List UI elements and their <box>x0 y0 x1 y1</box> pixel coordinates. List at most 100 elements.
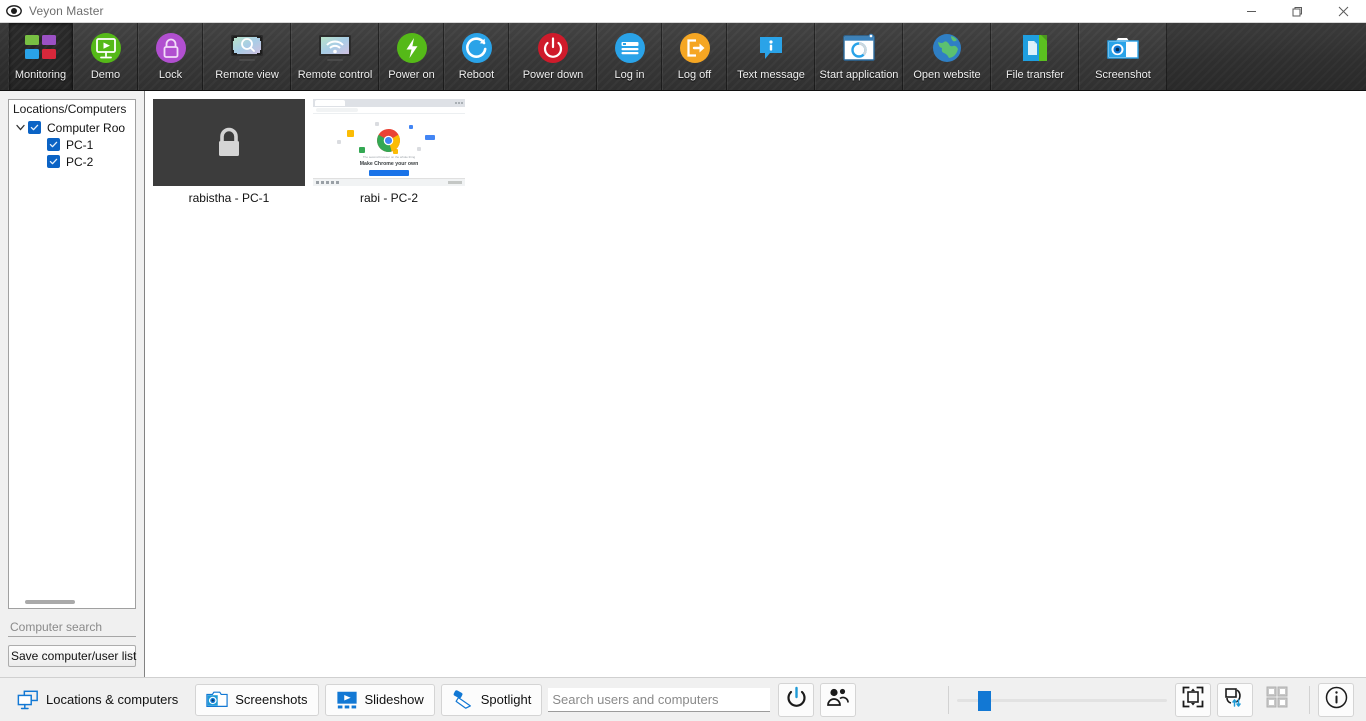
toolbar-label: Start application <box>819 69 899 81</box>
sidebar: Locations/Computers Computer Roo PC-1 PC… <box>0 91 145 677</box>
tree-item-pc-2[interactable]: PC-2 <box>9 153 135 170</box>
computer-thumbnail[interactable]: The second browser on the whole thing Ma… <box>313 99 465 186</box>
lock-icon <box>152 29 190 67</box>
camera-icon <box>206 689 228 711</box>
monitoring-icon <box>22 29 60 67</box>
chrome-subline: The second browser on the whole thing <box>362 155 416 159</box>
toolbar-button-log-in[interactable]: Log in <box>597 23 662 90</box>
tree-item-computer-room[interactable]: Computer Roo <box>9 119 135 136</box>
minimize-icon[interactable] <box>1228 0 1274 22</box>
status-button-label: Screenshots <box>235 692 308 707</box>
tree-checkbox[interactable] <box>47 155 60 168</box>
tree-checkbox[interactable] <box>28 121 41 134</box>
screenshots-button[interactable]: Screenshots <box>195 683 319 716</box>
status-button-label: Slideshow <box>364 692 424 707</box>
power-button[interactable] <box>778 682 815 717</box>
save-computer-user-list-button[interactable]: Save computer/user list <box>8 645 136 667</box>
info-icon <box>1325 686 1348 714</box>
toolbar-button-demo[interactable]: Demo <box>73 23 138 90</box>
computer-tile-pc-2[interactable]: The second browser on the whole thing Ma… <box>313 99 465 205</box>
toolbar-button-monitoring[interactable]: Monitoring <box>8 23 73 90</box>
address-field <box>316 108 358 112</box>
auto-fit-icon <box>1182 686 1204 713</box>
toolbar-label: Reboot <box>458 69 495 81</box>
toolbar-label: Power down <box>522 69 584 81</box>
taskbar <box>313 178 465 186</box>
main-toolbar: Monitoring Demo Lock Remote view Remote … <box>0 23 1366 91</box>
toolbar-button-text-message[interactable]: Text message <box>727 23 815 90</box>
veyon-master-window: Veyon Master Monitoring Demo Lock Remote… <box>0 0 1366 721</box>
main-body: Locations/Computers Computer Roo PC-1 PC… <box>0 91 1366 677</box>
monitors-icon <box>17 689 39 711</box>
toolbar-button-power-on[interactable]: Power on <box>379 23 444 90</box>
restore-icon[interactable] <box>1274 0 1320 22</box>
toolbar-button-start-application[interactable]: Start application <box>815 23 903 90</box>
browser-omnibox <box>313 107 465 114</box>
toolbar-button-screenshot[interactable]: Screenshot <box>1079 23 1167 90</box>
computer-monitor-grid: rabistha - PC-1 The second browser on th… <box>145 91 1366 677</box>
toolbar-button-reboot[interactable]: Reboot <box>444 23 509 90</box>
users-icon <box>826 686 850 714</box>
remote-view-icon <box>228 29 266 67</box>
toolbar-button-open-website[interactable]: Open website <box>903 23 991 90</box>
status-button-label: Spotlight <box>480 692 532 707</box>
text-message-icon <box>752 29 790 67</box>
scrollbar-thumb[interactable] <box>25 600 75 604</box>
thumbnail-size-slider[interactable] <box>957 686 1167 714</box>
power-down-icon <box>534 29 572 67</box>
toolbar-button-file-transfer[interactable]: File transfer <box>991 23 1079 90</box>
chrome-headline: Make Chrome your own <box>359 161 419 167</box>
slider-thumb[interactable] <box>978 690 992 711</box>
computer-search-input[interactable] <box>8 617 136 637</box>
toolbar-button-log-off[interactable]: Log off <box>662 23 727 90</box>
start-application-icon <box>840 29 878 67</box>
tree-item-label: PC-1 <box>66 137 94 152</box>
statusbar-separator-2 <box>1309 685 1310 714</box>
demo-icon <box>87 29 125 67</box>
computer-caption: rabi - PC-2 <box>359 191 418 205</box>
auto-adjust-button[interactable] <box>1217 682 1253 717</box>
toolbar-button-remote-control[interactable]: Remote control <box>291 23 379 90</box>
open-website-icon <box>928 29 966 67</box>
toolbar-label: Screenshot <box>1095 69 1151 81</box>
locations-computers-tree[interactable]: Locations/Computers Computer Roo PC-1 PC… <box>8 99 136 609</box>
browser-page: The second browser on the whole thing Ma… <box>313 114 465 178</box>
slideshow-button[interactable]: Slideshow <box>324 683 435 716</box>
computer-tile-pc-1[interactable]: rabistha - PC-1 <box>153 99 305 205</box>
tree-horizontal-scrollbar[interactable] <box>9 596 135 608</box>
toolbar-label: Monitoring <box>14 69 67 81</box>
chevron-down-icon[interactable] <box>12 123 28 132</box>
tree-checkbox[interactable] <box>47 138 60 151</box>
locations-computers-button[interactable]: Locations & computers <box>6 684 189 716</box>
toolbar-filler <box>1167 23 1366 90</box>
browser-tabstrip <box>313 99 465 107</box>
grid-view-icon <box>1266 686 1288 713</box>
statusbar-separator <box>948 685 949 714</box>
computer-thumbnail[interactable] <box>153 99 305 186</box>
veyon-eye-icon <box>6 3 22 19</box>
tree-item-pc-1[interactable]: PC-1 <box>9 136 135 153</box>
info-button[interactable] <box>1318 682 1354 717</box>
toolbar-button-power-down[interactable]: Power down <box>509 23 597 90</box>
toolbar-label: Remote control <box>297 69 373 81</box>
auto-fit-button[interactable] <box>1175 682 1211 717</box>
user-computer-search-input[interactable] <box>548 687 771 712</box>
title-bar: Veyon Master <box>0 0 1366 23</box>
log-in-icon <box>611 29 649 67</box>
users-button[interactable] <box>820 682 857 717</box>
power-icon <box>784 685 809 715</box>
status-button-label: Locations & computers <box>46 692 179 707</box>
close-icon[interactable] <box>1320 0 1366 22</box>
grid-view-button[interactable] <box>1259 683 1295 717</box>
toolbar-label: Log in <box>614 69 645 81</box>
power-on-icon <box>393 29 431 67</box>
status-bar: Locations & computers Screenshots Slides… <box>0 677 1366 721</box>
tree-item-label: Computer Roo <box>47 120 126 135</box>
window-title: Veyon Master <box>29 4 104 18</box>
toolbar-button-remote-view[interactable]: Remote view <box>203 23 291 90</box>
spotlight-button[interactable]: Spotlight <box>440 683 543 716</box>
window-controls <box>1228 0 1366 22</box>
computer-caption: rabistha - PC-1 <box>188 191 270 205</box>
toolbar-button-lock[interactable]: Lock <box>138 23 203 90</box>
